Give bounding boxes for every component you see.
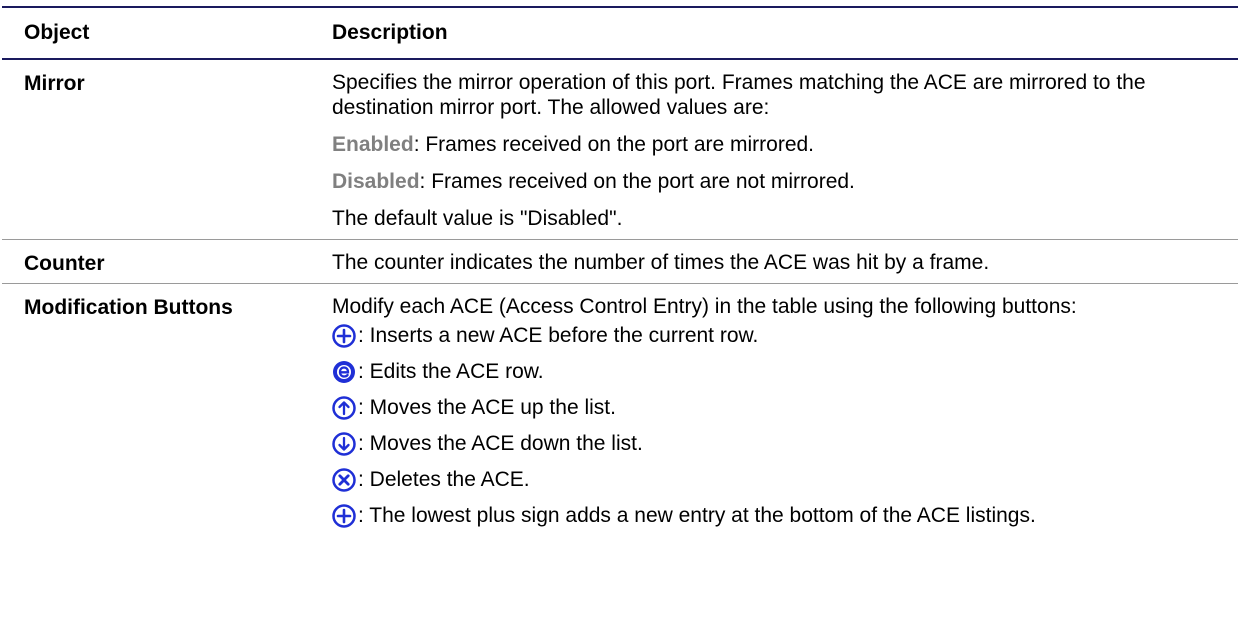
plus-circle-icon bbox=[332, 503, 356, 528]
disabled-text: : Frames received on the port are not mi… bbox=[419, 170, 855, 193]
arrow-up-icon bbox=[332, 395, 356, 420]
table-header-row: Object Description bbox=[2, 6, 1238, 60]
mirror-intro: Specifies the mirror operation of this p… bbox=[332, 71, 1146, 119]
button-desc-move-down: : Moves the ACE down the list. bbox=[332, 431, 1232, 456]
header-description: Description bbox=[332, 6, 1238, 60]
mirror-disabled-line: Disabled: Frames received on the port ar… bbox=[332, 169, 1232, 194]
arrow-down-icon bbox=[332, 431, 356, 456]
object-mirror: Mirror bbox=[2, 59, 332, 240]
delete-x-icon bbox=[332, 467, 356, 492]
button-desc-text: : Edits the ACE row. bbox=[358, 360, 544, 383]
button-desc-text: : Inserts a new ACE before the current r… bbox=[358, 324, 759, 347]
enabled-text: : Frames received on the port are mirror… bbox=[413, 133, 815, 156]
description-modification-buttons: Modify each ACE (Access Control Entry) i… bbox=[332, 284, 1238, 537]
button-desc-delete: : Deletes the ACE. bbox=[332, 467, 1232, 492]
button-desc-text: : The lowest plus sign adds a new entry … bbox=[358, 504, 1036, 527]
button-desc-move-up: : Moves the ACE up the list. bbox=[332, 395, 1232, 420]
button-desc-text: : Deletes the ACE. bbox=[358, 468, 530, 491]
object-modification-buttons: Modification Buttons bbox=[24, 296, 233, 319]
modification-intro: Modify each ACE (Access Control Entry) i… bbox=[332, 295, 1077, 318]
edit-e-icon bbox=[333, 360, 355, 383]
button-desc-edit: : Edits the ACE row. bbox=[332, 359, 1232, 384]
mirror-default: The default value is "Disabled". bbox=[332, 207, 623, 230]
object-counter: Counter bbox=[2, 239, 332, 284]
table-row-mirror: Mirror Specifies the mirror operation of… bbox=[2, 59, 1238, 240]
button-desc-text: : Moves the ACE down the list. bbox=[358, 432, 643, 455]
table-row-counter: Counter The counter indicates the number… bbox=[2, 239, 1238, 284]
counter-text: The counter indicates the number of time… bbox=[332, 251, 990, 274]
header-object: Object bbox=[2, 6, 332, 60]
table-row-modification-buttons: Modification Buttons Modify each ACE (Ac… bbox=[2, 284, 1238, 537]
button-desc-text: : Moves the ACE up the list. bbox=[358, 396, 616, 419]
description-counter: The counter indicates the number of time… bbox=[332, 239, 1238, 284]
keyword-disabled: Disabled bbox=[332, 170, 420, 193]
mirror-enabled-line: Enabled: Frames received on the port are… bbox=[332, 132, 1232, 157]
plus-circle-icon bbox=[332, 323, 356, 348]
object-description-table: Object Description Mirror Specifies the … bbox=[2, 6, 1238, 536]
description-mirror: Specifies the mirror operation of this p… bbox=[332, 59, 1238, 240]
button-desc-insert: : Inserts a new ACE before the current r… bbox=[332, 323, 1232, 348]
keyword-enabled: Enabled bbox=[332, 133, 414, 156]
button-desc-add-bottom: : The lowest plus sign adds a new entry … bbox=[332, 503, 1232, 528]
